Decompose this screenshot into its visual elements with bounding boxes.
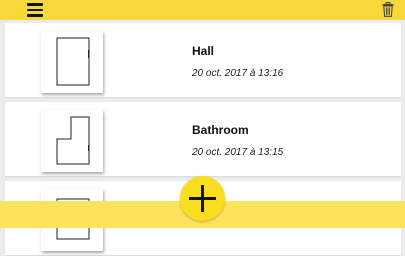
- plan-date: 20 oct. 2017 à 13:16: [192, 68, 283, 79]
- top-bar: [0, 0, 405, 20]
- menu-icon[interactable]: [27, 3, 43, 17]
- plan-title: Hall: [192, 44, 214, 58]
- plan-date: 20 oct. 2017 à 13:15: [192, 147, 283, 158]
- floor-plan-thumbnail: [41, 31, 103, 93]
- plan-card[interactable]: Hall 20 oct. 2017 à 13:16: [5, 23, 401, 97]
- trash-icon[interactable]: [382, 2, 394, 17]
- plan-card[interactable]: Bathroom 20 oct. 2017 à 13:15: [5, 102, 401, 176]
- floor-plan-thumbnail: [41, 110, 103, 172]
- plan-title: Bathroom: [192, 123, 249, 137]
- add-plan-button[interactable]: [180, 176, 225, 221]
